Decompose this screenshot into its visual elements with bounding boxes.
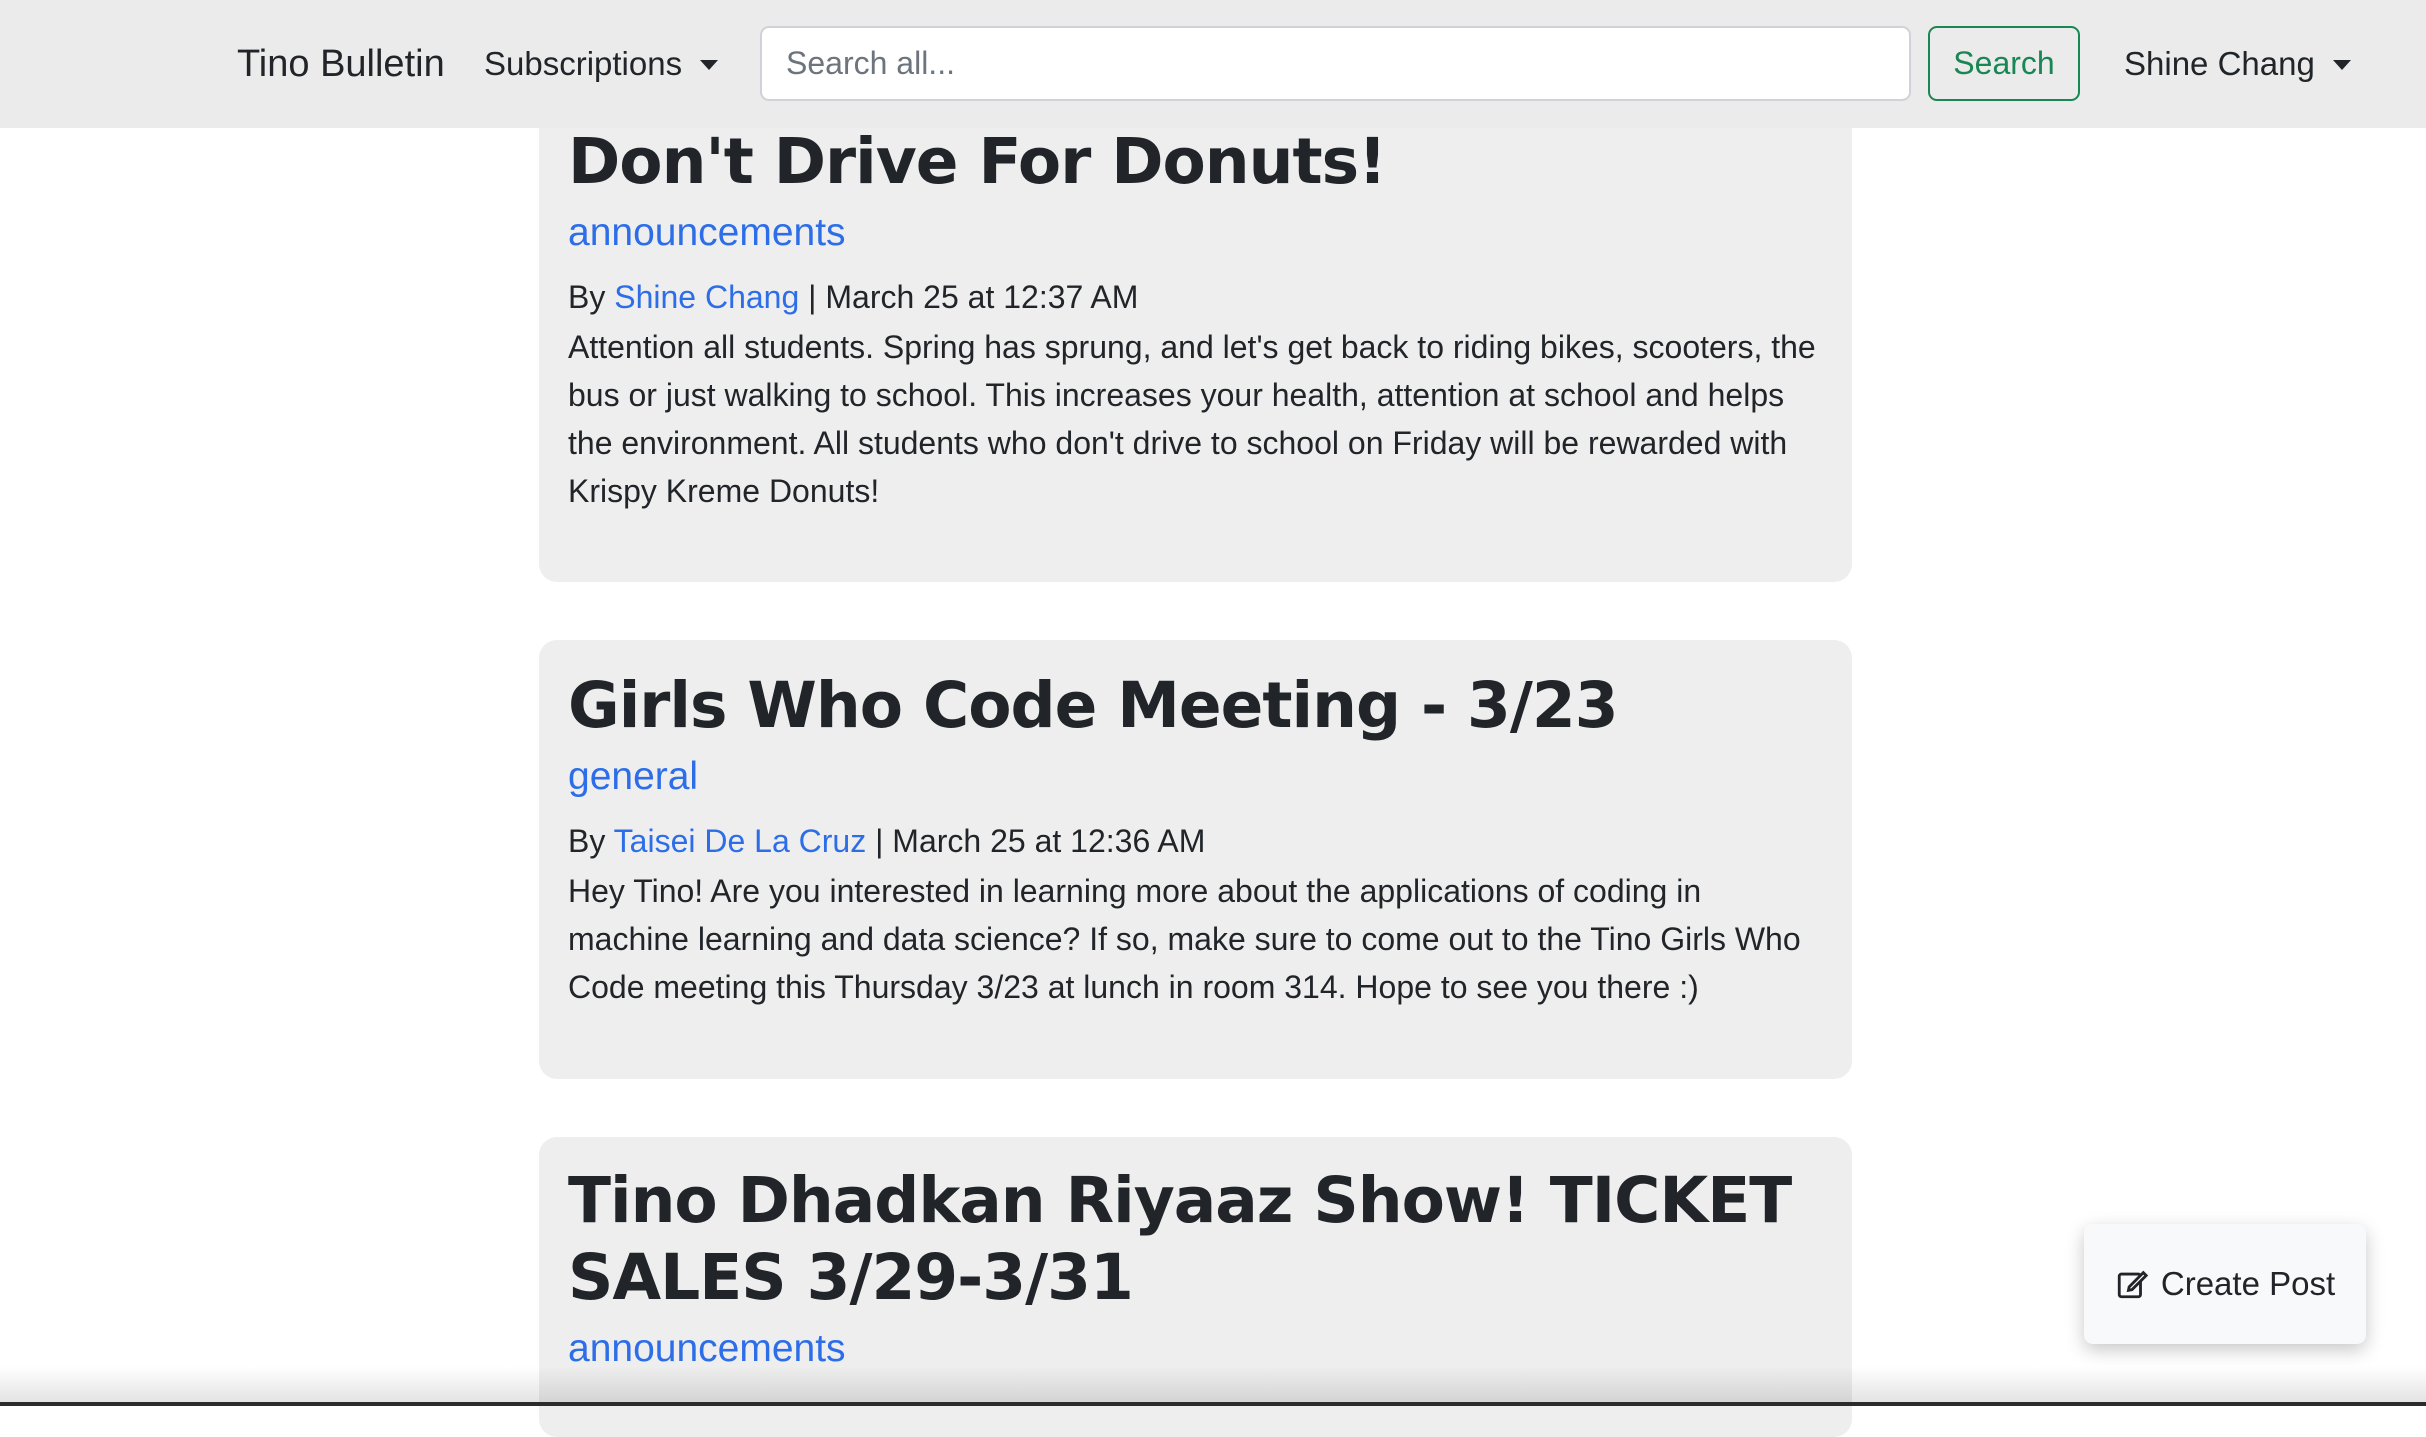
window-bottom-shadow [0, 1366, 2426, 1406]
author-link[interactable]: Shine Chang [614, 279, 799, 315]
post-date: | March 25 at 12:36 AM [875, 823, 1206, 859]
search-input[interactable] [760, 26, 1911, 101]
post-date: | March 25 at 12:37 AM [808, 279, 1139, 315]
create-post-button[interactable]: Create Post [2084, 1224, 2366, 1344]
post-card: Girls Who Code Meeting - 3/23 general By… [539, 640, 1852, 1079]
chevron-down-icon [700, 60, 719, 70]
byline-prefix: By [568, 279, 606, 315]
post-title: Girls Who Code Meeting - 3/23 [568, 669, 1619, 742]
user-dropdown[interactable]: Shine Chang [2124, 36, 2351, 92]
post-category-link[interactable]: general [568, 752, 1823, 802]
edit-icon [2117, 1270, 2149, 1299]
create-post-label: Create Post [2160, 1265, 2336, 1302]
window-bottom-edge [0, 1402, 2426, 1406]
post-byline: By Shine Chang | March 25 at 12:37 AM [568, 275, 1823, 319]
subscriptions-label: Subscriptions [484, 45, 683, 82]
brand-link[interactable]: Tino Bulletin [237, 36, 445, 92]
user-name: Shine Chang [2124, 45, 2315, 82]
post-card: Don't Drive For Donuts! announcements By… [539, 80, 1852, 582]
subscriptions-dropdown[interactable]: Subscriptions [484, 36, 719, 92]
post-category-link[interactable]: announcements [568, 208, 1823, 258]
search-button[interactable]: Search [1928, 26, 2080, 101]
chevron-down-icon [2332, 60, 2351, 70]
post-byline: By Taisei De La Cruz | March 25 at 12:36… [568, 819, 1823, 863]
post-title: Tino Dhadkan Riyaaz Show! TICKET SALES 3… [568, 1164, 1792, 1314]
byline-prefix: By [568, 823, 606, 859]
post-body: Hey Tino! Are you interested in learning… [568, 873, 1801, 1005]
author-link[interactable]: Taisei De La Cruz [614, 823, 867, 859]
top-navbar: Tino Bulletin Subscriptions Search Shine… [0, 0, 2426, 128]
post-body: Attention all students. Spring has sprun… [568, 329, 1816, 509]
